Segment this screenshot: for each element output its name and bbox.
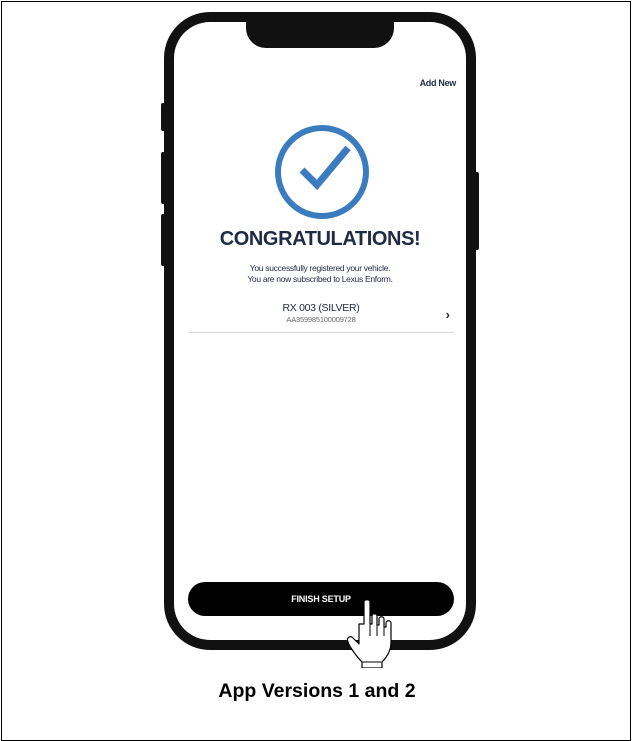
chevron-right-icon: › xyxy=(445,307,450,322)
add-new-link[interactable]: Add New xyxy=(420,78,457,88)
vehicle-list-item[interactable]: RX 003 (SILVER) AA359985100009728 › xyxy=(188,302,454,333)
checkmark-circle-icon xyxy=(275,125,369,219)
figure-caption: App Versions 1 and 2 xyxy=(218,680,416,702)
success-message-line1: You successfully registered your vehicle… xyxy=(249,263,391,273)
hand-pointer-icon xyxy=(346,599,392,668)
phone-notch xyxy=(246,22,394,48)
vehicle-vin: AA359985100009728 xyxy=(286,315,356,324)
finish-setup-button[interactable]: FINISH SETUP xyxy=(188,582,454,616)
vehicle-name: RX 003 (SILVER) xyxy=(282,302,360,314)
phone-screen: Add New CONGRATULATIONS! You successfull… xyxy=(174,22,466,640)
page-title: CONGRATULATIONS! xyxy=(219,228,421,250)
success-message-line2: You are now subscribed to Lexus Enform. xyxy=(247,274,393,284)
